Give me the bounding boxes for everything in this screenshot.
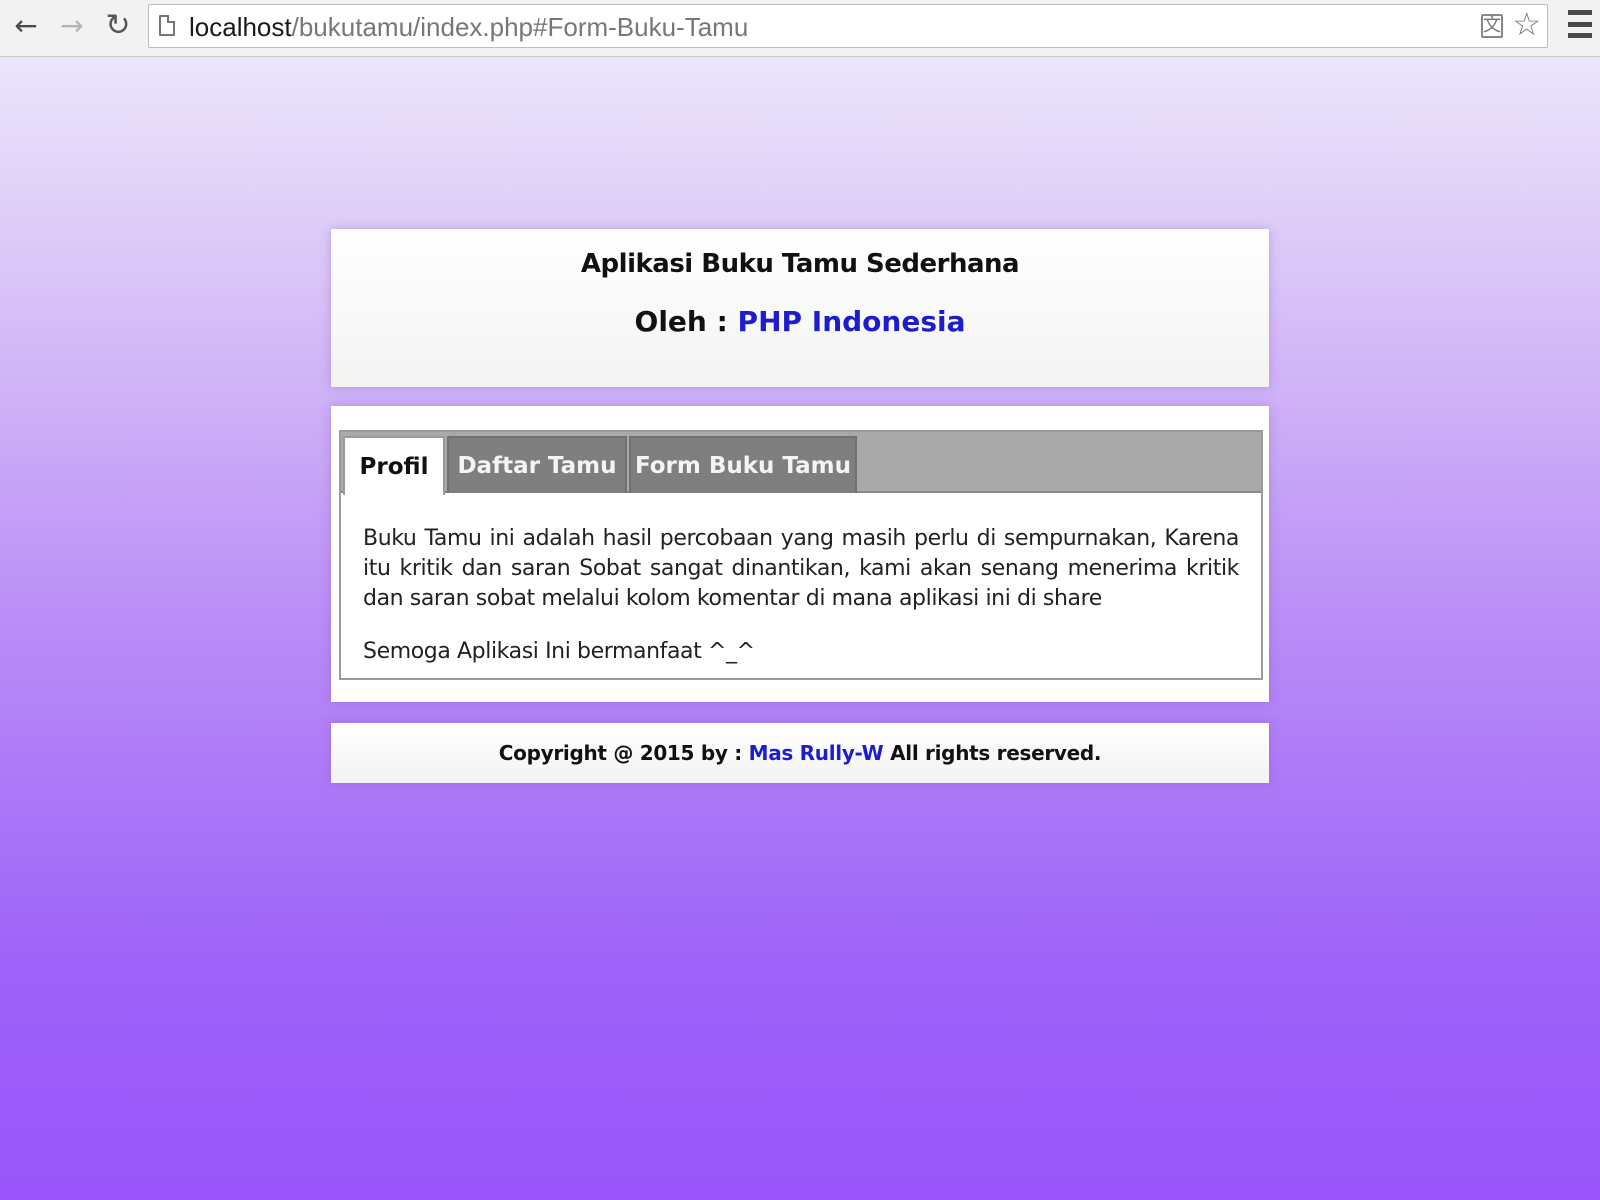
tab-bar: Profil Daftar Tamu Form Buku Tamu xyxy=(341,432,1261,495)
copyright-suffix: All rights reserved. xyxy=(883,741,1102,765)
header-panel: Aplikasi Buku Tamu Sederhana Oleh : PHP … xyxy=(331,229,1269,387)
url-host: localhost xyxy=(189,12,292,42)
page-viewport: Aplikasi Buku Tamu Sederhana Oleh : PHP … xyxy=(0,57,1600,1200)
reload-icon[interactable]: ↻ xyxy=(100,8,136,44)
profil-closing: Semoga Aplikasi Ini bermanfaat ^_^ xyxy=(363,639,755,664)
url-path: /bukutamu/index.php#Form-Buku-Tamu xyxy=(291,12,749,42)
forward-arrow-icon[interactable]: → xyxy=(54,8,90,44)
copyright-prefix: Copyright @ 2015 by : xyxy=(498,741,749,765)
byline: Oleh : PHP Indonesia xyxy=(331,305,1269,338)
profil-paragraph: Buku Tamu ini adalah hasil percobaan yan… xyxy=(363,526,1239,611)
translate-icon[interactable]: 文 xyxy=(1481,14,1503,38)
php-indonesia-link[interactable]: PHP Indonesia xyxy=(738,305,966,338)
tabs-container: Profil Daftar Tamu Form Buku Tamu Buku T… xyxy=(339,430,1263,680)
hamburger-menu-icon[interactable] xyxy=(1568,10,1592,38)
address-bar[interactable]: localhost/bukutamu/index.php#Form-Buku-T… xyxy=(148,4,1548,48)
content-panel: Profil Daftar Tamu Form Buku Tamu Buku T… xyxy=(331,406,1269,702)
page-icon xyxy=(159,15,175,36)
site-title: Aplikasi Buku Tamu Sederhana xyxy=(580,249,1020,279)
url-text[interactable]: localhost/bukutamu/index.php#Form-Buku-T… xyxy=(189,12,748,43)
star-icon[interactable]: ☆ xyxy=(1512,8,1541,40)
tab-form-buku-tamu[interactable]: Form Buku Tamu xyxy=(629,436,857,493)
tab-profil[interactable]: Profil xyxy=(343,436,445,495)
profil-tab-content: Buku Tamu ini adalah hasil percobaan yan… xyxy=(363,524,1239,667)
byline-prefix: Oleh : xyxy=(634,305,738,338)
copyright-text: Copyright @ 2015 by : Mas Rully-W All ri… xyxy=(331,723,1269,783)
back-arrow-icon[interactable]: ← xyxy=(8,8,44,44)
footer-panel: Copyright @ 2015 by : Mas Rully-W All ri… xyxy=(331,723,1269,783)
browser-toolbar: ← → ↻ localhost/bukutamu/index.php#Form-… xyxy=(0,0,1600,57)
tab-daftar-tamu[interactable]: Daftar Tamu xyxy=(447,436,627,493)
author-link[interactable]: Mas Rully-W xyxy=(749,741,884,765)
